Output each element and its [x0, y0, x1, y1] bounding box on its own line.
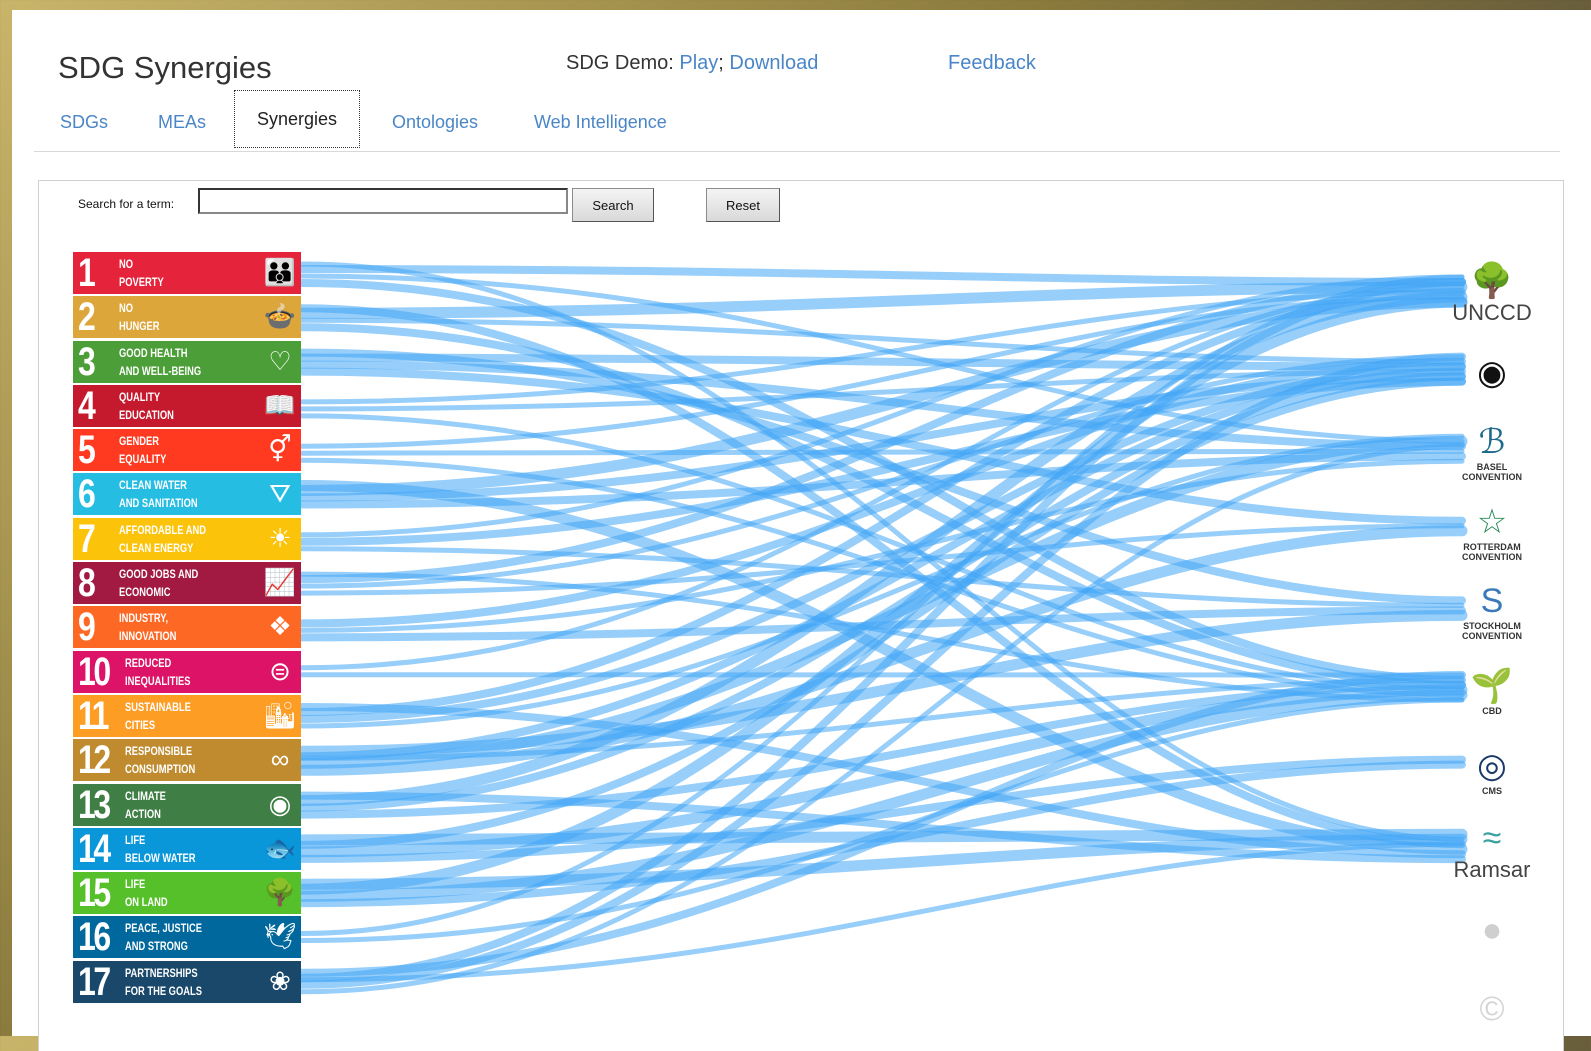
sdg-label: Sustainable cities and communities — [125, 698, 219, 737]
basel-logo-icon: ℬ — [1479, 422, 1506, 462]
equals-icon: ⊜ — [265, 656, 295, 686]
sdg-tile-14[interactable]: 14 Life below water 🐟 — [73, 828, 301, 870]
tree-icon: 🌳 — [265, 877, 295, 907]
sdg-number: 11 — [78, 695, 107, 737]
fish-icon: 🐟 — [265, 833, 295, 863]
sdg-label: Affordable and clean energy — [119, 521, 213, 557]
mea-logo-9[interactable]: ● — [1452, 892, 1532, 968]
sdg-label: Life on land — [125, 875, 219, 911]
sdg-tile-12[interactable]: 12 Responsible consumption and production… — [73, 739, 301, 781]
mea-name: BASEL CONVENTION — [1462, 462, 1522, 482]
sdg-label: Partnerships for the goals — [125, 964, 219, 1000]
mea-logo-5[interactable]: SSTOCKHOLM CONVENTION — [1452, 573, 1532, 649]
sdg-label: Gender equality — [119, 432, 213, 468]
mea-name: CBD — [1482, 706, 1502, 716]
sdg-label: No hunger — [119, 299, 213, 335]
gender-icon: ⚥ — [265, 434, 295, 464]
city-icon: 🏙 — [265, 700, 295, 730]
mea-logo-2[interactable]: ◉ — [1452, 335, 1532, 411]
sdg-label: Industry, innovation and infrastructure — [119, 609, 213, 648]
cubes-icon: ❖ — [265, 611, 295, 641]
sdg-number: 2 — [78, 296, 93, 338]
sdg-number: 16 — [78, 916, 109, 958]
sun-icon: ☀ — [265, 523, 295, 553]
sdg-tile-4[interactable]: 4 Quality education 📖 — [73, 385, 301, 427]
mea-list: 🌳UNCCD◉ℬBASEL CONVENTION☆ROTTERDAM CONVE… — [1452, 255, 1538, 1051]
sdg-number: 9 — [78, 606, 93, 648]
sdg-number: 15 — [78, 872, 109, 914]
sdg-tile-9[interactable]: 9 Industry, innovation and infrastructure… — [73, 606, 301, 648]
sdg-tile-1[interactable]: 1 No poverty 👪 — [73, 252, 301, 294]
copyright-circle-icon: © — [1479, 989, 1504, 1029]
sdg-number: 5 — [78, 429, 93, 471]
sdg-tile-5[interactable]: 5 Gender equality ⚥ — [73, 429, 301, 471]
sdg-label: Reduced inequalities — [125, 654, 219, 690]
mea-name: Ramsar — [1453, 858, 1530, 882]
stockholm-logo-icon: S — [1481, 581, 1504, 621]
sdg-tile-16[interactable]: 16 Peace, justice and strong institutions… — [73, 916, 301, 958]
grey-seal-icon: ● — [1482, 910, 1503, 950]
sdg-label: Responsible consumption and production — [125, 742, 219, 781]
sdg-number: 12 — [78, 739, 109, 781]
sdg-tile-17[interactable]: 17 Partnerships for the goals ❀ — [73, 961, 301, 1003]
sdg-label: Clean water and sanitation — [119, 476, 213, 512]
mea-logo-4[interactable]: ☆ROTTERDAM CONVENTION — [1452, 494, 1532, 570]
sdg-number: 3 — [78, 341, 93, 383]
sdg-label: Life below water — [125, 831, 219, 867]
mea-name: ROTTERDAM CONVENTION — [1462, 542, 1522, 562]
rotterdam-logo-icon: ☆ — [1477, 502, 1507, 542]
book-icon: 📖 — [265, 390, 295, 420]
cms-logo-icon: ◎ — [1477, 746, 1507, 786]
unep-logo-icon: ◉ — [1477, 353, 1507, 393]
sdg-label: Good health and well-being — [119, 344, 213, 380]
infinity-icon: ∞ — [265, 744, 295, 774]
sdg-label: Peace, justice and strong institutions — [125, 919, 219, 958]
sdg-tile-15[interactable]: 15 Life on land 🌳 — [73, 872, 301, 914]
mea-name: STOCKHOLM CONVENTION — [1462, 621, 1522, 641]
heartbeat-icon: ♡ — [265, 346, 295, 376]
sdg-number: 1 — [78, 252, 93, 294]
mea-name: UNCCD — [1452, 301, 1531, 325]
growth-chart-icon: 📈 — [265, 567, 295, 597]
sdg-number: 8 — [78, 562, 93, 604]
sdg-tile-11[interactable]: 11 Sustainable cities and communities 🏙 — [73, 695, 301, 737]
sdg-number: 13 — [78, 784, 109, 826]
sdg-label: No poverty — [119, 255, 213, 291]
sdg-tile-2[interactable]: 2 No hunger 🍲 — [73, 296, 301, 338]
mea-logo-1[interactable]: 🌳UNCCD — [1452, 255, 1532, 331]
mea-logo-3[interactable]: ℬBASEL CONVENTION — [1452, 414, 1532, 490]
bowl-icon: 🍲 — [265, 301, 295, 331]
sdg-label: Quality education — [119, 388, 213, 424]
synergy-link-1-1 — [302, 269, 1462, 282]
cbd-logo-icon: 🌱 — [1471, 666, 1513, 706]
sdg-tile-7[interactable]: 7 Affordable and clean energy ☀ — [73, 518, 301, 560]
sdg-tile-13[interactable]: 13 Climate action ◉ — [73, 784, 301, 826]
sdg-number: 6 — [78, 473, 93, 515]
mea-logo-8[interactable]: ≈Ramsar — [1452, 812, 1532, 888]
sdg-list: 1 No poverty 👪 2 No hunger 🍲 3 Good health and … — [73, 252, 301, 1005]
dove-icon: 🕊 — [265, 921, 295, 951]
mea-logo-6[interactable]: 🌱CBD — [1452, 653, 1532, 729]
sdg-label: Good jobs and economic growth — [119, 565, 213, 604]
sdg-number: 7 — [78, 518, 93, 560]
sdg-number: 4 — [78, 385, 93, 427]
people-icon: 👪 — [265, 257, 295, 287]
sdg-tile-8[interactable]: 8 Good jobs and economic growth 📈 — [73, 562, 301, 604]
sdg-tile-3[interactable]: 3 Good health and well-being ♡ — [73, 341, 301, 383]
sdg-number: 14 — [78, 828, 109, 870]
eye-globe-icon: ◉ — [265, 789, 295, 819]
sdg-label: Climate action — [125, 787, 219, 823]
app-window: SDG Synergies SDG Demo: Play; Download F… — [12, 10, 1591, 1036]
ramsar-logo-icon: ≈ — [1483, 818, 1502, 858]
sdg-tile-6[interactable]: 6 Clean water and sanitation ⛛ — [73, 473, 301, 515]
sdg-number: 17 — [78, 961, 109, 1003]
flower-icon: ❀ — [265, 966, 295, 996]
sdg-tile-10[interactable]: 10 Reduced inequalities ⊜ — [73, 651, 301, 693]
water-icon: ⛛ — [265, 478, 295, 508]
unccd-logo-icon: 🌳 — [1471, 261, 1513, 301]
sdg-number: 10 — [78, 651, 109, 693]
mea-name: CMS — [1482, 786, 1502, 796]
mea-logo-7[interactable]: ◎CMS — [1452, 733, 1532, 809]
